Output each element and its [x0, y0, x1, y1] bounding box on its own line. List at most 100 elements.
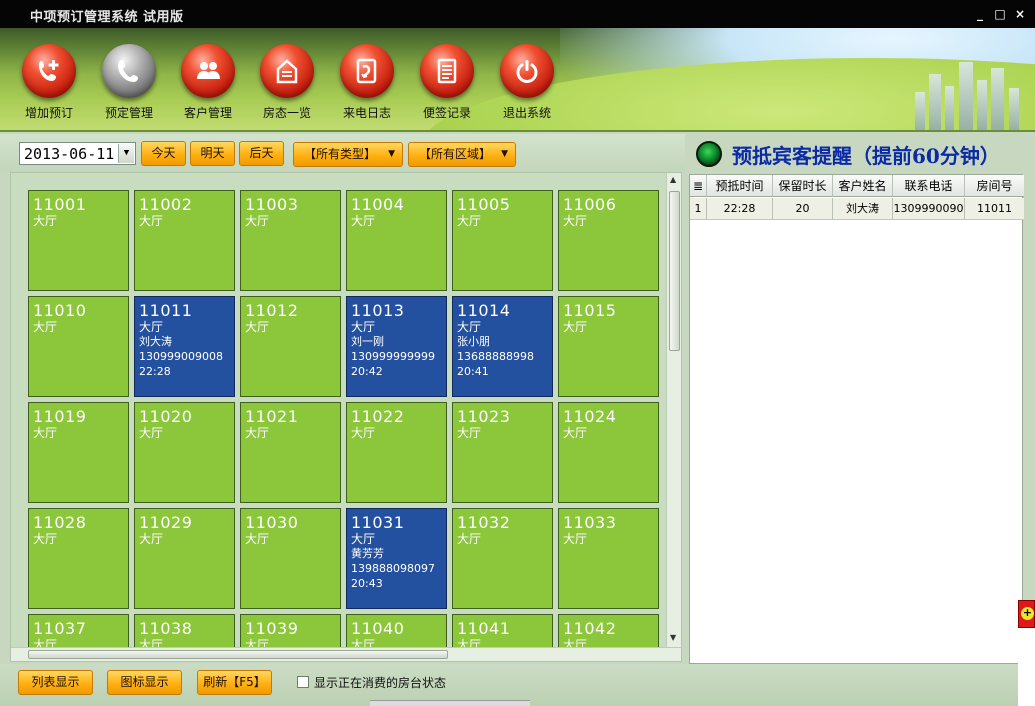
room-tile-booked[interactable]: 11011 大厅 刘大涛 130999009008 22:28 — [134, 296, 235, 397]
room-tile[interactable]: 11039 大厅 — [240, 614, 341, 650]
room-tile[interactable]: 11041 大厅 — [452, 614, 553, 650]
booking-management-button[interactable]: 预定管理 — [94, 44, 164, 130]
room-type: 大厅 — [33, 320, 58, 334]
show-consuming-checkbox[interactable] — [297, 676, 309, 688]
chevron-down-icon: ▼ — [501, 149, 508, 159]
maximize-button[interactable]: □ — [992, 6, 1008, 22]
scroll-up-icon[interactable]: ▲ — [670, 175, 676, 184]
room-tile-booked[interactable]: 11013 大厅 刘一刚 130999999999 20:42 — [346, 296, 447, 397]
room-tile-booked[interactable]: 11014 大厅 张小朋 13688888998 20:41 — [452, 296, 553, 397]
room-type: 大厅 — [33, 214, 58, 228]
today-button[interactable]: 今天 — [141, 141, 186, 166]
room-number: 11037 — [33, 619, 87, 638]
room-tile[interactable]: 11001 大厅 — [28, 190, 129, 291]
room-type: 大厅 — [33, 426, 58, 440]
horizontal-scrollbar[interactable] — [11, 647, 681, 661]
column-header[interactable]: 客户姓名 — [833, 175, 893, 197]
guest-phone: 130999999999 — [351, 350, 435, 363]
room-type: 大厅 — [351, 532, 376, 546]
room-tile[interactable]: 11037 大厅 — [28, 614, 129, 650]
room-number: 11015 — [563, 301, 617, 320]
add-booking-button[interactable]: 增加预订 — [14, 44, 84, 130]
room-number: 11005 — [457, 195, 511, 214]
guest-phone: 130999009008 — [139, 350, 223, 363]
room-tile[interactable]: 11028 大厅 — [28, 508, 129, 609]
list-view-button[interactable]: 列表显示 — [18, 670, 93, 695]
table-row[interactable]: 1 22:28 20 刘大涛 1309990090 11011 — [690, 198, 1024, 220]
guest-name: 刘一刚 — [351, 335, 384, 348]
plus-icon: + — [1021, 606, 1034, 620]
room-tile[interactable]: 11023 大厅 — [452, 402, 553, 503]
room-tile[interactable]: 11022 大厅 — [346, 402, 447, 503]
chevron-down-icon[interactable]: ▼ — [118, 144, 134, 163]
room-tile[interactable]: 11040 大厅 — [346, 614, 447, 650]
column-header[interactable]: 房间号 — [965, 175, 1024, 197]
room-tile[interactable]: 11006 大厅 — [558, 190, 659, 291]
room-tile[interactable]: 11042 大厅 — [558, 614, 659, 650]
call-log-icon — [340, 44, 394, 98]
call-log-button[interactable]: 来电日志 — [332, 44, 402, 130]
list-icon[interactable]: ≣ — [690, 175, 707, 197]
phone-cell: 1309990090 — [893, 198, 965, 220]
close-button[interactable]: × — [1012, 6, 1028, 22]
icon-view-button[interactable]: 图标显示 — [107, 670, 182, 695]
notes-button[interactable]: 便签记录 — [412, 44, 482, 130]
window-title: 中项预订管理系统 试用版 — [30, 10, 184, 25]
column-header[interactable]: 预抵时间 — [707, 175, 773, 197]
toolbar-label: 来电日志 — [342, 106, 391, 120]
date-picker[interactable]: 2013-06-11 ▼ — [19, 142, 136, 165]
room-tile[interactable]: 11033 大厅 — [558, 508, 659, 609]
room-tile[interactable]: 11003 大厅 — [240, 190, 341, 291]
reminder-table: ≣ 预抵时间 保留时长 客户姓名 联系电话 房间号 1 22:28 20 刘大涛… — [689, 174, 1024, 664]
show-consuming-label: 显示正在消费的房台状态 — [314, 676, 447, 690]
scroll-down-icon[interactable]: ▼ — [670, 633, 676, 642]
area-select[interactable]: 【所有区域】 ▼ — [408, 142, 516, 167]
exit-system-button[interactable]: 退出系统 — [492, 44, 562, 130]
room-type: 大厅 — [563, 532, 588, 546]
tomorrow-button[interactable]: 明天 — [190, 141, 235, 166]
room-tile-booked[interactable]: 11031 大厅 黄芳芳 139888098097 20:43 — [346, 508, 447, 609]
toolbar-label: 便签记录 — [422, 106, 471, 120]
room-tile[interactable]: 11029 大厅 — [134, 508, 235, 609]
room-type: 大厅 — [351, 426, 376, 440]
room-number: 11003 — [245, 195, 299, 214]
room-number: 11010 — [33, 301, 87, 320]
room-tile[interactable]: 11038 大厅 — [134, 614, 235, 650]
scroll-thumb[interactable] — [669, 191, 680, 351]
room-tile[interactable]: 11032 大厅 — [452, 508, 553, 609]
minimize-button[interactable]: _ — [972, 6, 988, 22]
room-tile[interactable]: 11004 大厅 — [346, 190, 447, 291]
scroll-thumb[interactable] — [28, 650, 448, 659]
room-tile[interactable]: 11019 大厅 — [28, 402, 129, 503]
room-number: 11042 — [563, 619, 617, 638]
toolbar-label: 房态一览 — [262, 106, 311, 120]
room-tile[interactable]: 11015 大厅 — [558, 296, 659, 397]
room-number: 11011 — [139, 301, 193, 320]
room-tile[interactable]: 11010 大厅 — [28, 296, 129, 397]
refresh-button[interactable]: 刷新【F5】 — [197, 670, 272, 695]
column-header[interactable]: 联系电话 — [893, 175, 965, 197]
room-tile[interactable]: 11024 大厅 — [558, 402, 659, 503]
room-tile[interactable]: 11005 大厅 — [452, 190, 553, 291]
room-tile[interactable]: 11012 大厅 — [240, 296, 341, 397]
vertical-scrollbar[interactable]: ▲ ▼ — [666, 173, 681, 647]
room-tile[interactable]: 11002 大厅 — [134, 190, 235, 291]
room-status-icon — [260, 44, 314, 98]
room-type: 大厅 — [139, 214, 164, 228]
column-header[interactable]: 保留时长 — [773, 175, 833, 197]
room-type-select[interactable]: 【所有类型】 ▼ — [293, 142, 403, 167]
date-value: 2013-06-11 — [24, 145, 115, 163]
floating-side-tab[interactable]: + — [1018, 600, 1035, 628]
room-tile[interactable]: 11020 大厅 — [134, 402, 235, 503]
guest-phone: 139888098097 — [351, 562, 435, 575]
room-status-button[interactable]: 房态一览 — [252, 44, 322, 130]
customer-management-button[interactable]: 客户管理 — [173, 44, 243, 130]
main-window: 中项预订管理系统 试用版 _ □ × 增加预订 预定管理 客户管理 房态一览 来… — [0, 0, 1035, 706]
room-tile[interactable]: 11021 大厅 — [240, 402, 341, 503]
reminder-panel: 预抵宾客提醒（提前60分钟） ≣ 预抵时间 保留时长 客户姓名 联系电话 房间号… — [686, 134, 1035, 664]
customer-name-cell: 刘大涛 — [833, 198, 893, 220]
room-number: 11024 — [563, 407, 617, 426]
day-after-tomorrow-button[interactable]: 后天 — [239, 141, 284, 166]
room-tile[interactable]: 11030 大厅 — [240, 508, 341, 609]
room-number: 11013 — [351, 301, 405, 320]
